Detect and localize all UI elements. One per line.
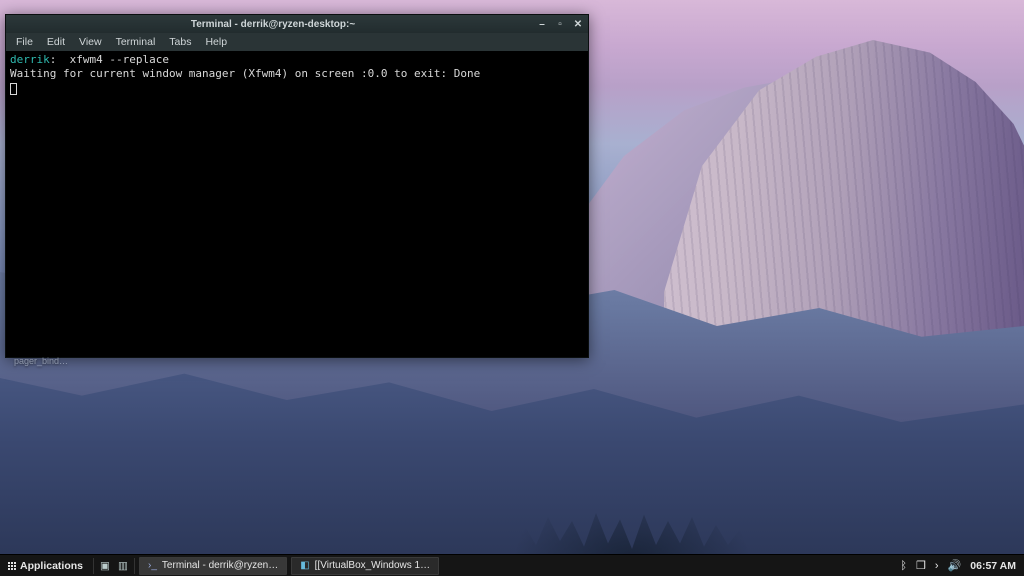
task-label: [[VirtualBox_Windows 1… [315, 560, 430, 571]
window-title: Terminal - derrik@ryzen-desktop:~ [10, 19, 536, 30]
terminal-output-line: Waiting for current window manager (Xfwm… [10, 67, 480, 80]
taskbar: ›_ Terminal - derrik@ryzen… ◧ [[VirtualB… [137, 555, 441, 576]
menu-tabs[interactable]: Tabs [163, 35, 197, 49]
applications-grid-icon [8, 562, 16, 570]
task-button-virtualbox[interactable]: ◧ [[VirtualBox_Windows 1… [291, 557, 439, 575]
menu-help[interactable]: Help [199, 35, 233, 49]
terminal-window: Terminal - derrik@ryzen-desktop:~ – ▫ ✕ … [5, 14, 589, 358]
volume-icon[interactable]: 🔊 [948, 559, 962, 572]
minimize-button[interactable]: – [536, 19, 548, 30]
network-icon[interactable]: › [935, 560, 939, 572]
prompt-user: derrik [10, 53, 50, 66]
terminal-cursor [10, 83, 17, 95]
bluetooth-icon[interactable]: ᛒ [900, 560, 907, 572]
menubar: File Edit View Terminal Tabs Help [6, 33, 588, 51]
menu-terminal[interactable]: Terminal [110, 35, 162, 49]
panel-separator [93, 558, 94, 574]
bottom-panel: Applications ▣ ▥ ›_ Terminal - derrik@ry… [0, 554, 1024, 576]
terminal-command: xfwm4 --replace [56, 53, 169, 66]
launcher-files-icon[interactable]: ▥ [114, 557, 132, 575]
menu-file[interactable]: File [10, 35, 39, 49]
terminal-icon: ›_ [148, 560, 157, 571]
desktop: Terminal - derrik@ryzen-desktop:~ – ▫ ✕ … [0, 0, 1024, 576]
maximize-button[interactable]: ▫ [554, 19, 566, 30]
panel-clock[interactable]: 06:57 AM [970, 560, 1016, 572]
panel-separator [134, 558, 135, 574]
virtualbox-icon: ◧ [300, 560, 309, 571]
task-button-terminal[interactable]: ›_ Terminal - derrik@ryzen… [139, 557, 287, 575]
menu-edit[interactable]: Edit [41, 35, 71, 49]
close-button[interactable]: ✕ [572, 19, 584, 30]
applications-menu-button[interactable]: Applications [0, 555, 91, 576]
task-label: Terminal - derrik@ryzen… [162, 560, 278, 571]
window-titlebar[interactable]: Terminal - derrik@ryzen-desktop:~ – ▫ ✕ [6, 15, 588, 33]
menu-view[interactable]: View [73, 35, 108, 49]
pager-hint-text: pager_bind… [14, 356, 68, 366]
applications-label: Applications [20, 560, 83, 572]
dropbox-icon[interactable]: ❒ [916, 559, 926, 572]
launcher-terminal-icon[interactable]: ▣ [96, 557, 114, 575]
terminal-output[interactable]: derrik: xfwm4 --replace Waiting for curr… [6, 51, 588, 357]
